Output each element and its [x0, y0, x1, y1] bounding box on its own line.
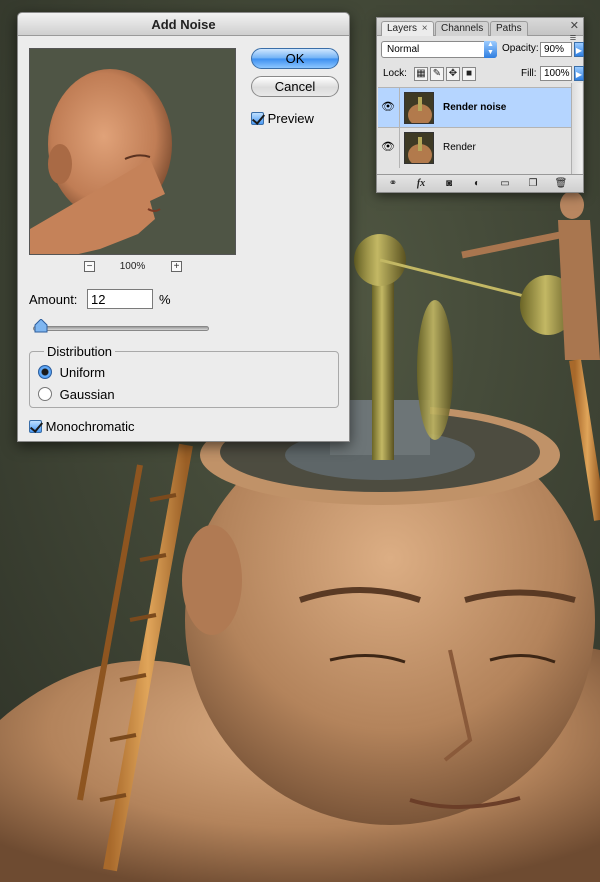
lock-all-icon[interactable]: ■: [462, 67, 476, 81]
monochromatic-checkbox[interactable]: [29, 420, 42, 433]
distribution-uniform-row[interactable]: Uniform: [38, 365, 105, 380]
layers-scrollbar[interactable]: [571, 83, 582, 174]
fx-icon[interactable]: fx: [411, 177, 431, 190]
distribution-gaussian-row[interactable]: Gaussian: [38, 387, 115, 402]
cancel-button[interactable]: Cancel: [251, 76, 339, 97]
opacity-arrow-icon[interactable]: ▶: [574, 42, 584, 57]
amount-unit: %: [159, 292, 171, 307]
amount-row: Amount: %: [29, 289, 171, 309]
monochromatic-label: Monochromatic: [45, 419, 135, 434]
amount-slider-track[interactable]: [33, 326, 209, 331]
layer-row-render[interactable]: 👁 Render: [378, 127, 582, 168]
preview-checkbox-row[interactable]: Preview: [251, 111, 314, 126]
layer-separator: [399, 128, 400, 168]
fill-arrow-icon[interactable]: ▶: [574, 66, 584, 81]
dialog-title: Add Noise: [18, 13, 349, 36]
layer-thumbnail-image: [405, 133, 433, 163]
tab-layers-label: Layers: [387, 23, 418, 34]
layer-thumbnail-image: [405, 93, 433, 123]
layer-name: Render: [443, 142, 476, 153]
tab-paths-label: Paths: [496, 23, 522, 34]
amount-slider-thumb[interactable]: [34, 319, 48, 333]
layers-panel: Layers × Channels Paths ✕ ≡ Normal ▲ ▼ Opa…: [376, 17, 584, 193]
uniform-label: Uniform: [59, 365, 106, 380]
preview-label: Preview: [267, 111, 314, 126]
preview-image[interactable]: [29, 48, 236, 255]
zoom-in-button[interactable]: +: [171, 261, 182, 272]
tab-layers[interactable]: Layers ×: [381, 21, 434, 36]
layer-name: Render noise: [443, 102, 507, 113]
trash-icon[interactable]: 🗑: [551, 177, 571, 190]
fill-input[interactable]: 100%: [540, 66, 572, 81]
layer-thumbnail: [404, 92, 434, 124]
gaussian-label: Gaussian: [59, 387, 115, 402]
layer-row-render-noise[interactable]: 👁 Render noise: [378, 87, 582, 128]
lock-transparent-icon[interactable]: ▦: [414, 67, 428, 81]
select-arrows-icon: ▲ ▼: [484, 41, 497, 58]
adjustment-icon[interactable]: ◐: [467, 177, 487, 190]
layers-toolbar: ⚭ fx ◙ ◐ ▭ ❐ 🗑: [377, 174, 583, 192]
tab-channels[interactable]: Channels: [435, 21, 490, 36]
layer-thumbnail: [404, 132, 434, 164]
blend-mode-select[interactable]: Normal ▲ ▼: [381, 41, 497, 58]
monochromatic-checkbox-row[interactable]: Monochromatic: [29, 419, 135, 434]
zoom-level: 100%: [119, 261, 146, 272]
eye-icon[interactable]: 👁: [380, 100, 396, 114]
link-layers-icon[interactable]: ⚭: [383, 177, 403, 190]
lock-fill-row: Lock: ▦ ✎ ✥ ■ Fill: 100% ▶: [381, 65, 584, 83]
new-layer-icon[interactable]: ❐: [523, 177, 543, 190]
uniform-radio[interactable]: [38, 365, 52, 379]
gaussian-radio[interactable]: [38, 387, 52, 401]
lock-label: Lock:: [383, 68, 407, 79]
layer-separator: [399, 88, 400, 128]
group-icon[interactable]: ▭: [495, 177, 515, 190]
ok-button[interactable]: OK: [251, 48, 339, 69]
eye-icon[interactable]: 👁: [380, 140, 396, 154]
tab-channels-label: Channels: [441, 23, 484, 34]
amount-label: Amount:: [29, 292, 78, 307]
preview-checkbox[interactable]: [251, 112, 264, 125]
panel-tab-bar: Layers × Channels Paths ✕ ≡: [377, 18, 583, 44]
preview-face-image: [30, 49, 235, 254]
lock-paint-icon[interactable]: ✎: [430, 67, 444, 81]
lock-position-icon[interactable]: ✥: [446, 67, 460, 81]
zoom-controls: − 100% +: [29, 261, 236, 275]
distribution-label: Distribution: [44, 344, 116, 359]
fill-label: Fill:: [521, 68, 537, 79]
tab-paths[interactable]: Paths: [490, 21, 528, 36]
opacity-input[interactable]: 90%: [540, 42, 572, 57]
blend-mode-value: Normal: [387, 44, 420, 55]
blend-opacity-row: Normal ▲ ▼ Opacity: 90% ▶: [381, 41, 584, 59]
add-noise-dialog: Add Noise − 100% + OK Cancel Preview Amo…: [17, 12, 350, 442]
close-icon[interactable]: ×: [422, 23, 428, 34]
mask-icon[interactable]: ◙: [439, 177, 459, 190]
amount-input[interactable]: [87, 289, 153, 309]
opacity-label: Opacity:: [502, 43, 539, 54]
